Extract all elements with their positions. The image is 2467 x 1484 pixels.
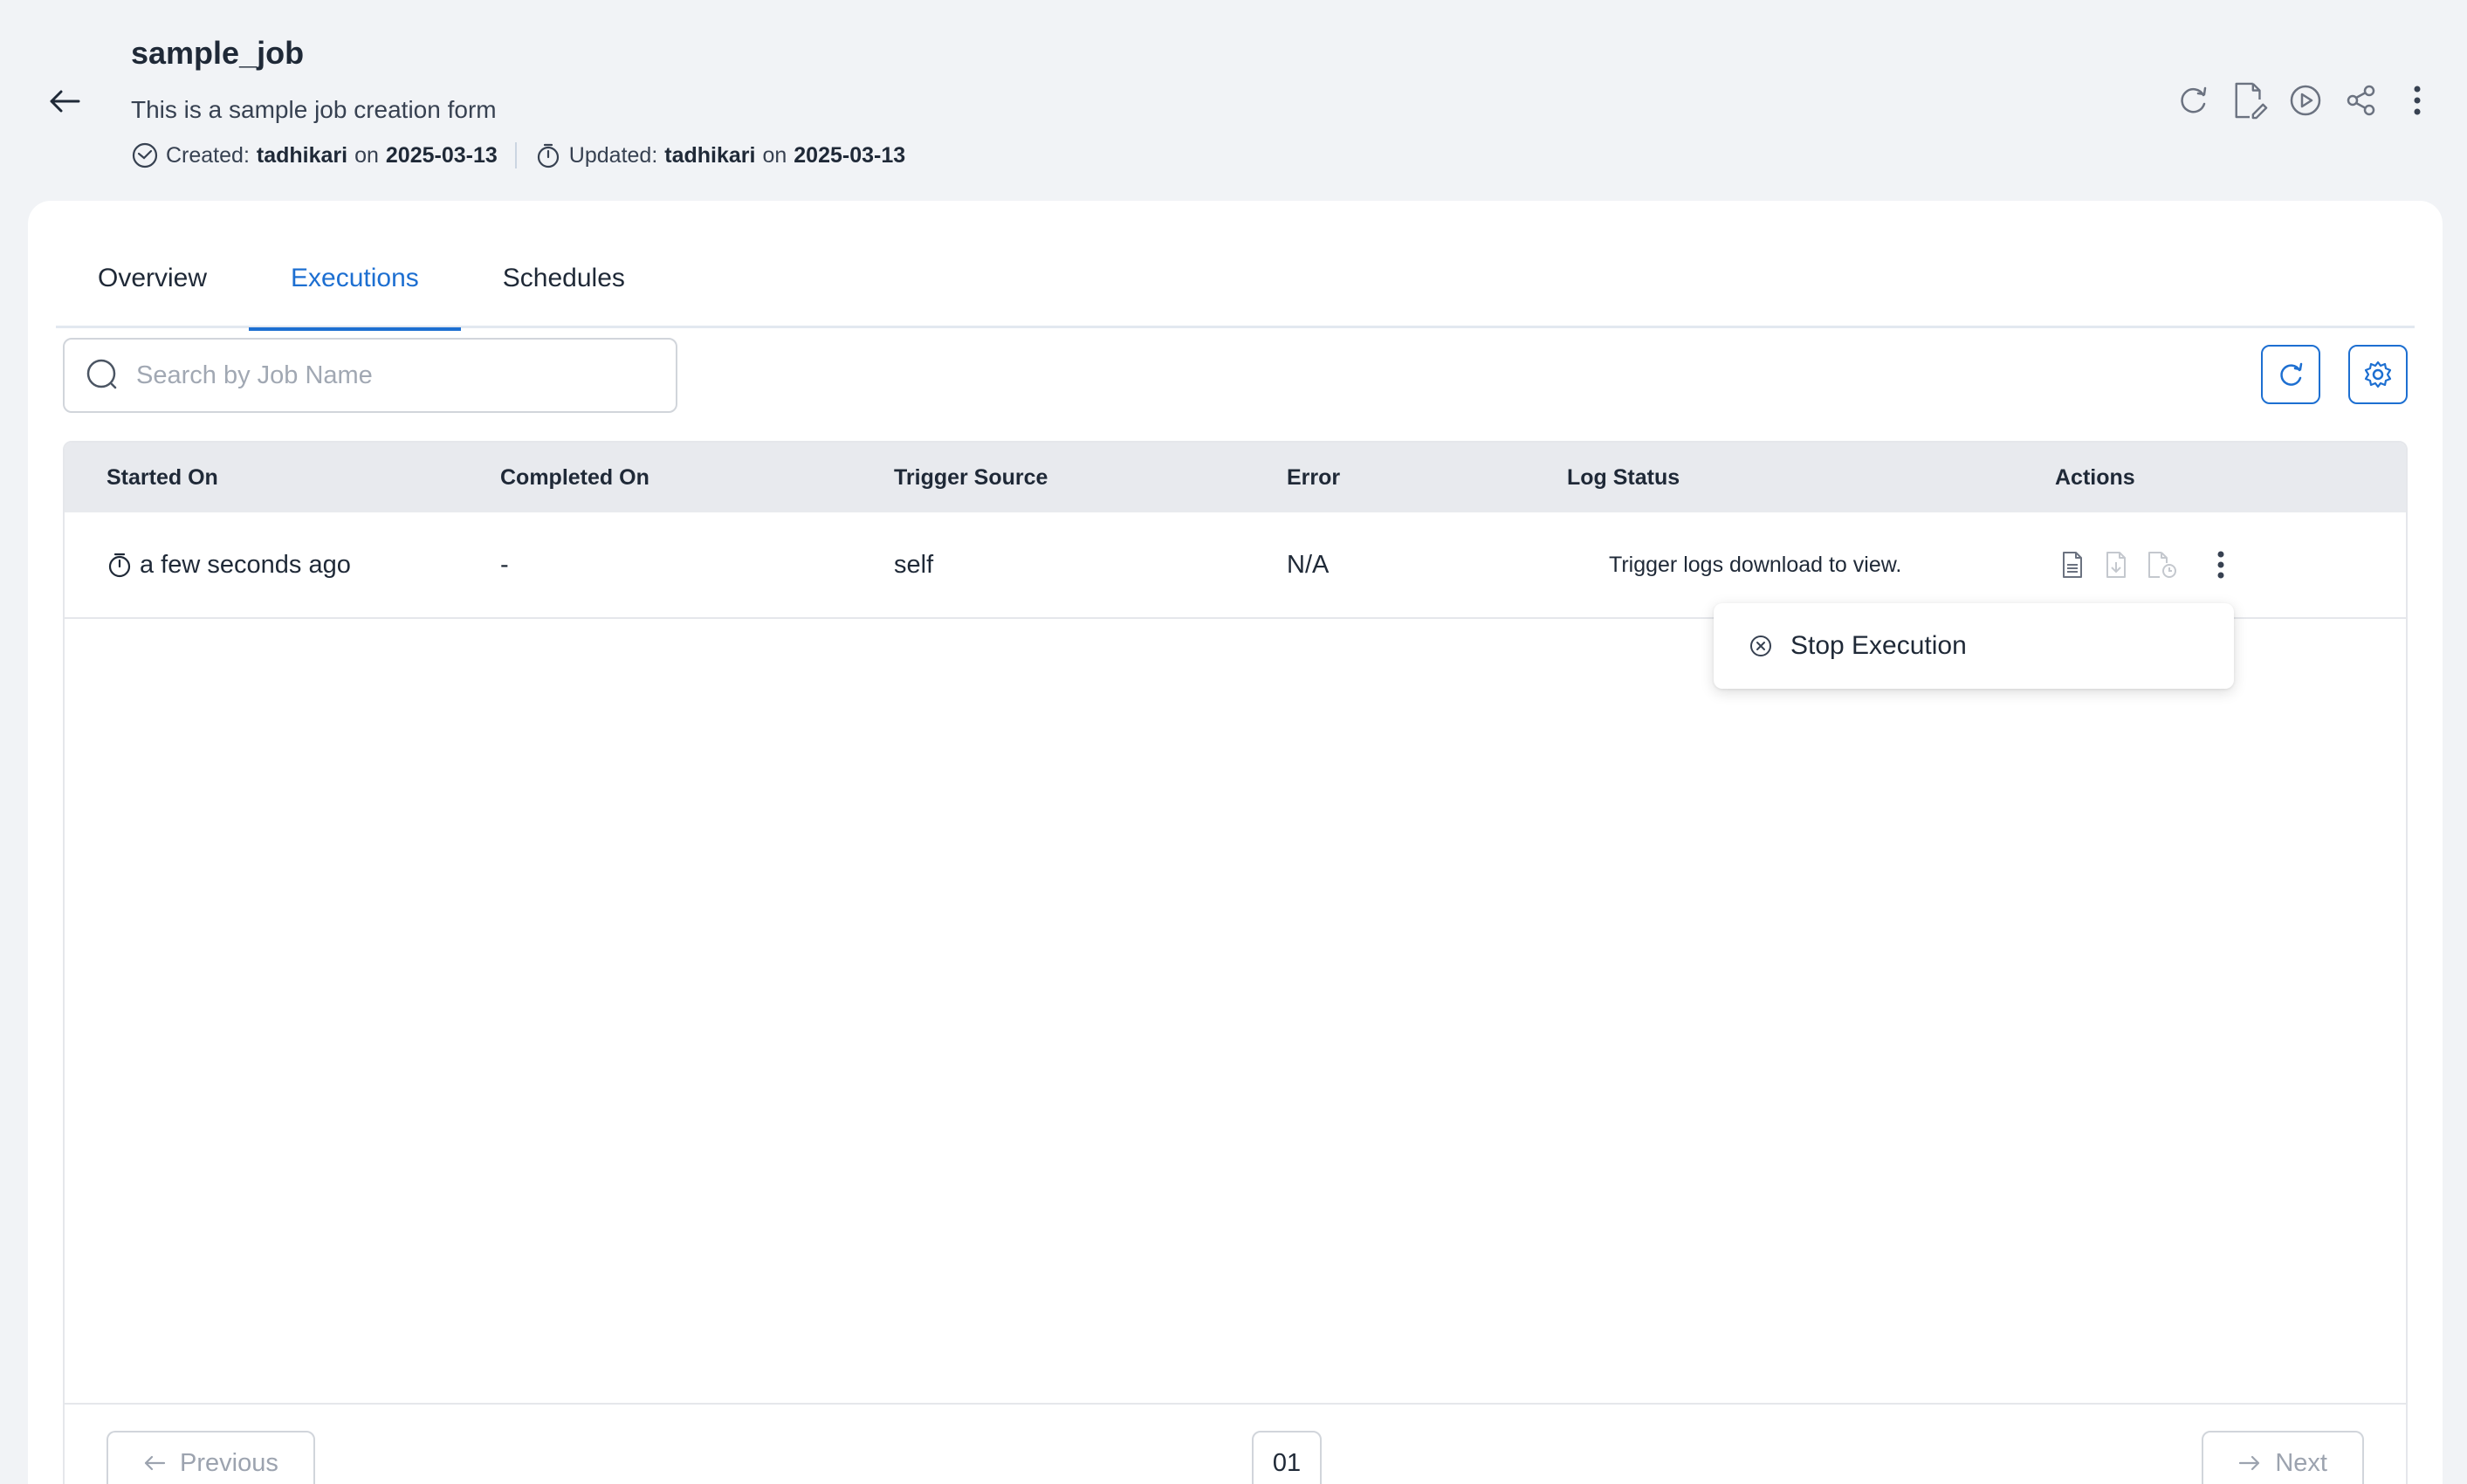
col-log-status: Log Status <box>1567 464 1680 490</box>
log-history-icon <box>2148 552 2176 578</box>
view-log-icon <box>2063 552 2082 578</box>
created-meta: Created: tadhikari on 2025-03-13 <box>131 141 498 169</box>
next-label: Next <box>2275 1448 2327 1477</box>
play-circle-icon <box>2290 85 2321 116</box>
col-trigger-source: Trigger Source <box>894 464 1048 490</box>
view-log-button[interactable] <box>2058 550 2086 580</box>
col-started-on: Started On <box>107 464 218 490</box>
table-settings-button[interactable] <box>2348 345 2408 404</box>
created-by: tadhikari <box>256 142 348 168</box>
edit-job-button[interactable] <box>2231 80 2268 120</box>
download-log-button[interactable] <box>2102 550 2130 580</box>
tab-overview[interactable]: Overview <box>56 229 249 328</box>
updated-label: Updated: <box>568 142 658 168</box>
started-on-value: a few seconds ago <box>140 550 351 579</box>
previous-page-button[interactable]: Previous <box>107 1431 315 1484</box>
created-on-word: on <box>354 142 379 168</box>
row-more-button[interactable] <box>2207 550 2235 580</box>
stopwatch-icon <box>108 553 131 578</box>
previous-label: Previous <box>180 1448 278 1477</box>
stop-execution-label: Stop Execution <box>1790 631 1967 660</box>
updated-by: tadhikari <box>664 142 756 168</box>
refresh-button[interactable] <box>2175 80 2212 120</box>
close-circle-icon <box>1750 636 1771 656</box>
header-actions <box>2175 80 2436 120</box>
completed-on-cell: - <box>500 550 509 579</box>
updated-meta: Updated: tadhikari on 2025-03-13 <box>534 141 905 169</box>
download-log-icon <box>2106 552 2126 578</box>
more-vertical-icon <box>2414 86 2421 115</box>
edit-file-icon <box>2235 82 2268 120</box>
search-icon <box>86 359 117 389</box>
job-detail-page: sample_job This is a sample job creation… <box>0 0 2467 1484</box>
updated-date: 2025-03-13 <box>794 142 906 168</box>
col-actions: Actions <box>2055 464 2135 490</box>
pagination: Previous 01 Next <box>65 1403 2406 1484</box>
search-input[interactable] <box>136 361 643 390</box>
content-card: Overview Executions Schedules Started On… <box>28 201 2443 1484</box>
share-button[interactable] <box>2343 80 2380 120</box>
page-description: This is a sample job creation form <box>131 96 497 123</box>
share-icon <box>2347 85 2375 116</box>
clock-icon <box>131 141 159 169</box>
page-number[interactable]: 01 <box>1252 1431 1322 1484</box>
more-vertical-icon <box>2217 551 2224 579</box>
back-button[interactable] <box>42 79 87 124</box>
tab-executions[interactable]: Executions <box>249 229 461 331</box>
run-job-button[interactable] <box>2287 80 2324 120</box>
refresh-icon <box>2181 86 2207 113</box>
actions-cell <box>2058 550 2235 580</box>
gear-icon <box>2364 361 2392 388</box>
stopwatch-icon <box>534 141 562 169</box>
tab-schedules[interactable]: Schedules <box>461 229 667 328</box>
next-page-button[interactable]: Next <box>2202 1431 2364 1484</box>
arrow-left-icon <box>144 1455 166 1471</box>
col-error: Error <box>1287 464 1341 490</box>
more-options-button[interactable] <box>2399 80 2436 120</box>
stop-execution-menu-item[interactable]: Stop Execution <box>1714 603 2234 689</box>
error-cell: N/A <box>1287 550 1330 579</box>
meta-divider <box>514 142 517 168</box>
arrow-left-icon <box>50 90 80 113</box>
search-box <box>63 338 677 413</box>
tab-bar: Overview Executions Schedules <box>56 229 2415 331</box>
refresh-icon <box>2280 362 2303 386</box>
page-title: sample_job <box>131 35 305 71</box>
updated-on-word: on <box>762 142 787 168</box>
job-meta: Created: tadhikari on 2025-03-13 Updated… <box>131 141 905 169</box>
table-header: Started On Completed On Trigger Source E… <box>65 443 2406 512</box>
col-completed-on: Completed On <box>500 464 649 490</box>
log-history-button[interactable] <box>2146 550 2179 580</box>
created-date: 2025-03-13 <box>385 142 498 168</box>
started-on-cell: a few seconds ago <box>107 551 351 580</box>
trigger-source-cell: self <box>894 550 934 579</box>
arrow-right-icon <box>2239 1455 2260 1471</box>
executions-table: Started On Completed On Trigger Source E… <box>63 441 2408 1484</box>
log-status-cell: Trigger logs download to view. <box>1609 552 1902 577</box>
created-label: Created: <box>166 142 250 168</box>
refresh-table-button[interactable] <box>2261 345 2320 404</box>
